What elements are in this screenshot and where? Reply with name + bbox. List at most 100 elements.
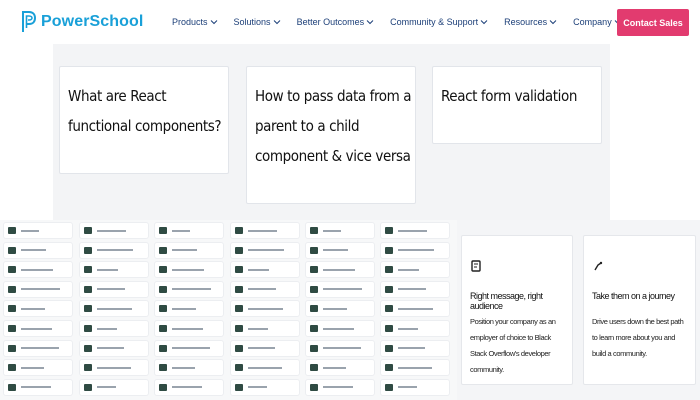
icon-grid-cell[interactable] bbox=[305, 261, 375, 279]
glyph-label-placeholder bbox=[172, 307, 196, 310]
icon-grid-cell[interactable] bbox=[79, 339, 149, 357]
icon-grid-cell[interactable] bbox=[380, 300, 450, 318]
icon-grid-cell[interactable] bbox=[3, 261, 73, 279]
glyph-label-placeholder bbox=[323, 249, 348, 252]
glyph-label-placeholder bbox=[21, 288, 60, 291]
glyph-label-placeholder bbox=[97, 249, 133, 252]
chevron-down-icon bbox=[480, 20, 488, 25]
icon-grid-cell[interactable] bbox=[3, 320, 73, 337]
icon-grid-cell[interactable] bbox=[154, 339, 224, 357]
icon-grid-cell[interactable] bbox=[230, 222, 300, 239]
glyph-label-placeholder bbox=[172, 249, 197, 252]
icon-grid-cell[interactable] bbox=[79, 359, 149, 377]
glyph-icon bbox=[159, 344, 167, 352]
glyph-icon bbox=[310, 305, 318, 313]
icon-grid-cell[interactable] bbox=[230, 378, 300, 396]
icon-grid-cell[interactable] bbox=[230, 320, 300, 337]
glyph-icon bbox=[385, 246, 393, 254]
icon-grid-cell[interactable] bbox=[305, 241, 375, 259]
feature-card: Right message, right audience Position y… bbox=[461, 235, 573, 385]
icon-grid-cell[interactable] bbox=[230, 261, 300, 279]
icon-grid-cell[interactable] bbox=[380, 280, 450, 298]
icon-grid-cell[interactable] bbox=[3, 280, 73, 298]
icon-grid-cell[interactable] bbox=[230, 280, 300, 298]
icon-grid-cell[interactable] bbox=[230, 300, 300, 318]
glyph-icon bbox=[235, 383, 243, 391]
glyph-icon bbox=[159, 325, 167, 332]
icon-grid-cell[interactable] bbox=[305, 320, 375, 337]
article-card[interactable]: How to pass data from a parent to a chil… bbox=[246, 66, 416, 204]
glyph-icon bbox=[310, 344, 318, 352]
icon-grid-cell[interactable] bbox=[305, 300, 375, 318]
glyph-label-placeholder bbox=[21, 249, 46, 252]
icon-grid-cell[interactable] bbox=[79, 300, 149, 318]
icon-grid-cell[interactable] bbox=[305, 378, 375, 396]
article-card[interactable]: What are React functional components? bbox=[59, 66, 229, 174]
menu-company[interactable]: Company bbox=[573, 17, 622, 27]
contact-sales-button[interactable]: Contact Sales bbox=[617, 9, 689, 36]
icon-grid-cell[interactable] bbox=[380, 320, 450, 337]
icon-grid-cell[interactable] bbox=[3, 241, 73, 259]
menu-label: Company bbox=[573, 17, 612, 27]
icon-grid-cell[interactable] bbox=[79, 378, 149, 396]
icon-grid-cell[interactable] bbox=[79, 261, 149, 279]
menu-solutions[interactable]: Solutions bbox=[234, 17, 281, 27]
brand-logo[interactable]: PowerSchool bbox=[22, 11, 143, 33]
icon-grid-cell[interactable] bbox=[230, 339, 300, 357]
icon-grid-cell[interactable] bbox=[305, 280, 375, 298]
icon-grid-cell[interactable] bbox=[305, 222, 375, 239]
chevron-down-icon bbox=[366, 20, 374, 25]
glyph-icon bbox=[8, 227, 16, 234]
icon-grid-cell[interactable] bbox=[154, 320, 224, 337]
icon-grid-cell[interactable] bbox=[230, 241, 300, 259]
icon-grid-cell[interactable] bbox=[380, 261, 450, 279]
icon-grid-cell[interactable] bbox=[79, 222, 149, 239]
glyph-label-placeholder bbox=[398, 249, 434, 252]
icon-grid-cell[interactable] bbox=[79, 280, 149, 298]
icon-grid-cell[interactable] bbox=[3, 359, 73, 377]
icon-grid-cell[interactable] bbox=[230, 359, 300, 377]
icon-grid-cell[interactable] bbox=[154, 378, 224, 396]
icon-grid-cell[interactable] bbox=[380, 339, 450, 357]
glyph-label-placeholder bbox=[172, 288, 211, 291]
glyph-icon bbox=[8, 246, 16, 254]
icon-grid-cell[interactable] bbox=[154, 359, 224, 377]
glyph-label-placeholder bbox=[21, 307, 45, 310]
glyph-icon bbox=[235, 344, 243, 352]
icon-grid-cell[interactable] bbox=[154, 300, 224, 318]
icon-grid-cell[interactable] bbox=[305, 359, 375, 377]
icon-grid-cell[interactable] bbox=[154, 222, 224, 239]
menu-better-outcomes[interactable]: Better Outcomes bbox=[297, 17, 375, 27]
glyph-label-placeholder bbox=[323, 229, 341, 232]
article-card[interactable]: React form validation bbox=[432, 66, 602, 144]
icon-grid-cell[interactable] bbox=[154, 261, 224, 279]
glyph-icon bbox=[235, 364, 243, 372]
icon-grid-cell[interactable] bbox=[305, 339, 375, 357]
icon-grid-cell[interactable] bbox=[380, 378, 450, 396]
glyph-label-placeholder bbox=[97, 288, 125, 291]
glyph-icon bbox=[84, 325, 92, 332]
icon-grid-cell[interactable] bbox=[79, 241, 149, 259]
icon-grid-cell[interactable] bbox=[380, 222, 450, 239]
icon-grid-cell[interactable] bbox=[3, 378, 73, 396]
icon-grid-cell[interactable] bbox=[3, 339, 73, 357]
glyph-icon bbox=[385, 266, 393, 274]
icon-grid-cell[interactable] bbox=[380, 241, 450, 259]
chevron-down-icon bbox=[273, 20, 280, 25]
icon-grid-cell[interactable] bbox=[154, 280, 224, 298]
menu-community-support[interactable]: Community & Support bbox=[390, 17, 488, 27]
glyph-label-placeholder bbox=[97, 366, 131, 369]
icon-grid-cell[interactable] bbox=[79, 320, 149, 337]
menu-resources[interactable]: Resources bbox=[504, 17, 557, 27]
menu-products[interactable]: Products bbox=[172, 17, 218, 27]
glyph-icon bbox=[385, 325, 393, 332]
icon-grid-cell[interactable] bbox=[154, 241, 224, 259]
glyph-label-placeholder bbox=[172, 386, 202, 389]
glyph-icon bbox=[159, 364, 167, 372]
glyph-icon bbox=[8, 266, 16, 274]
icon-grid-cell[interactable] bbox=[380, 359, 450, 377]
icon-grid-cell[interactable] bbox=[3, 222, 73, 239]
icon-grid-cell[interactable] bbox=[3, 300, 73, 318]
glyph-icon bbox=[235, 246, 243, 254]
glyph-label-placeholder bbox=[398, 229, 427, 232]
